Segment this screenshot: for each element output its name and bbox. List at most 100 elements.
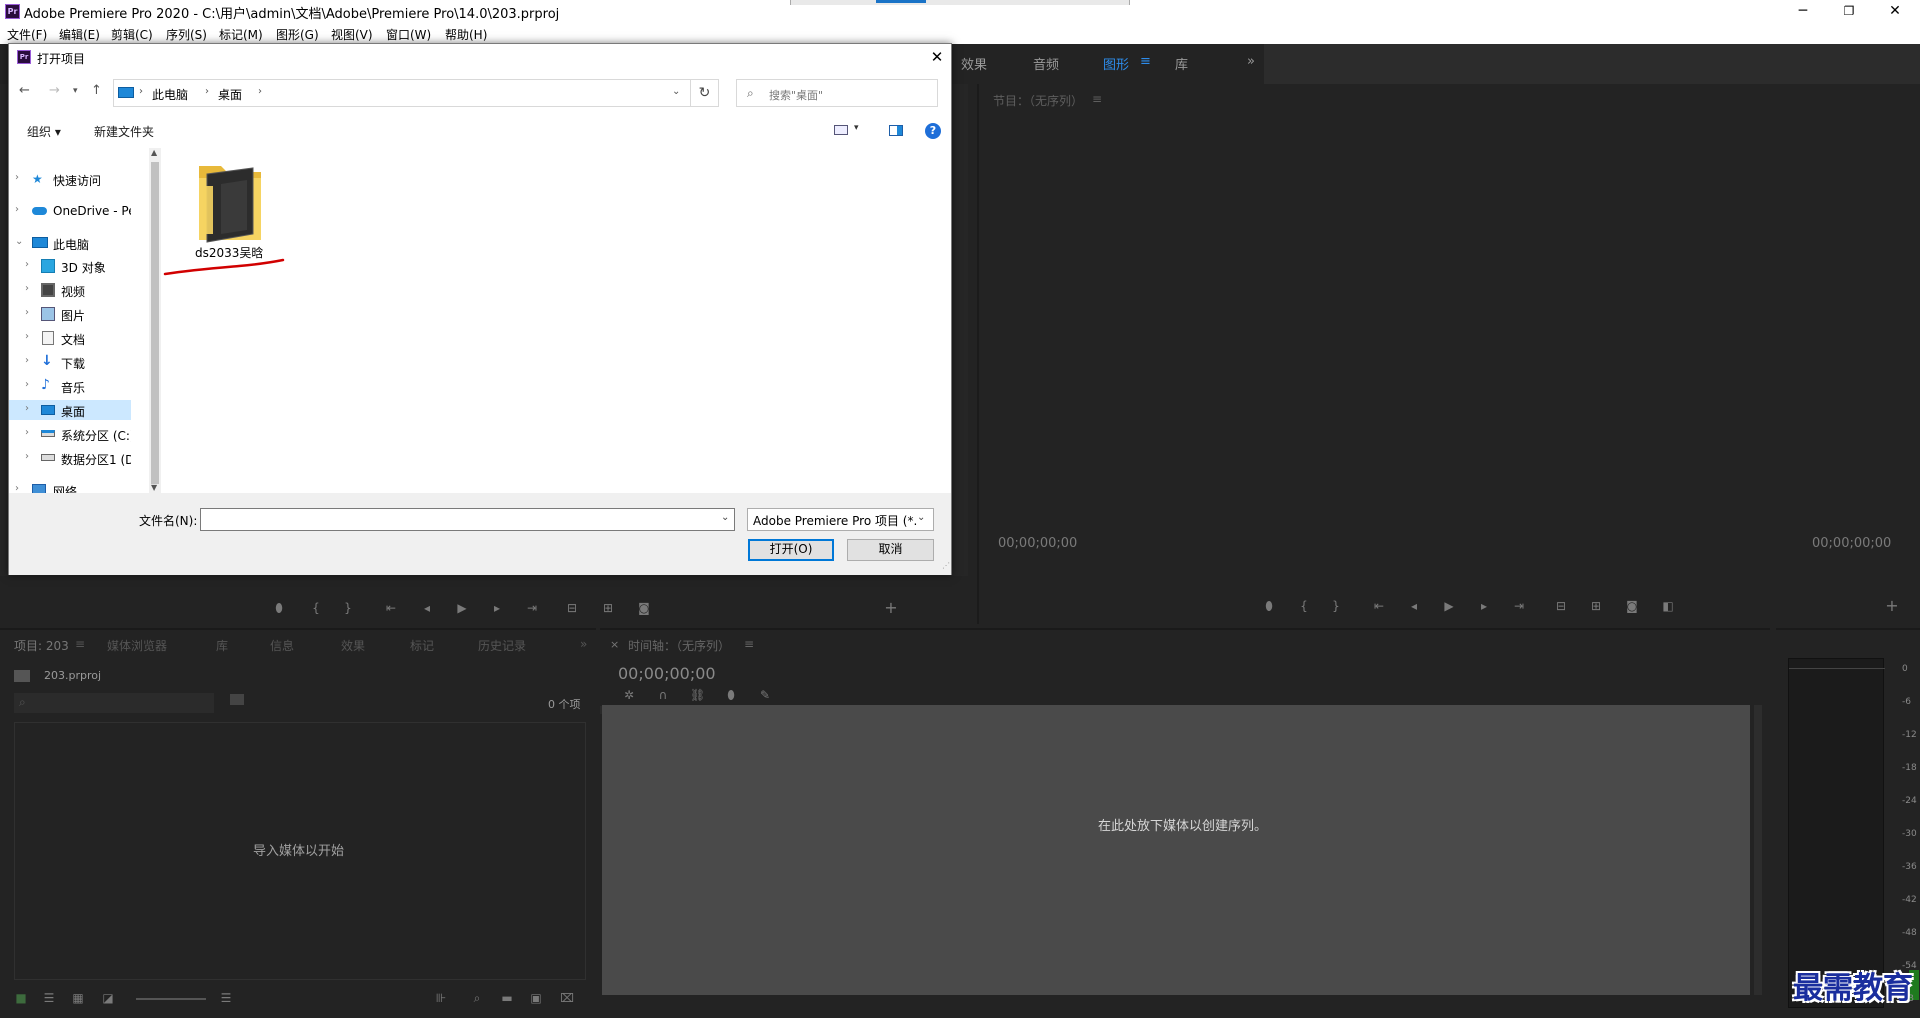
export-frame-icon[interactable]: ◙ — [637, 601, 651, 615]
address-segment-desktop[interactable]: 桌面 — [218, 86, 242, 103]
menu-graphics[interactable]: 图形(G) — [276, 26, 319, 43]
zoom-slider[interactable] — [136, 998, 206, 1000]
step-back-icon[interactable]: ◂ — [420, 601, 434, 615]
freeform-view-icon[interactable]: ◪ — [101, 991, 115, 1005]
expand-chevron-icon[interactable]: › — [25, 379, 29, 390]
lock-icon[interactable]: ■ — [14, 991, 28, 1005]
tree-item-quick-access[interactable]: › ★ 快速访问 — [9, 169, 131, 189]
linked-selection-icon[interactable]: ⛓ — [690, 688, 705, 702]
insert-icon[interactable]: ⊟ — [565, 601, 579, 615]
workspace-tab-graphics[interactable]: 图形 — [1103, 54, 1129, 73]
minimize-button[interactable]: ─ — [1780, 0, 1826, 24]
nest-icon[interactable]: ✲ — [622, 688, 636, 702]
program-menu-icon[interactable]: ≡ — [1092, 92, 1102, 106]
timeline-marker-icon[interactable]: ⬮ — [724, 688, 738, 702]
program-play-icon[interactable]: ▶ — [1442, 599, 1456, 613]
tab-media-browser[interactable]: 媒体浏览器 — [107, 637, 167, 654]
program-export-frame-icon[interactable]: ◙ — [1625, 599, 1639, 613]
new-folder-button[interactable]: 新建文件夹 — [94, 123, 154, 140]
wrench-icon[interactable]: ✎ — [758, 688, 772, 702]
program-timecode-current[interactable]: 00;00;00;00 — [998, 536, 1077, 551]
tree-item-this-pc[interactable]: ⌄ 此电脑 — [9, 233, 131, 253]
preview-pane-icon[interactable] — [889, 125, 903, 136]
menu-marker[interactable]: 标记(M) — [219, 26, 263, 43]
add-button-icon[interactable]: + — [884, 600, 898, 616]
snap-icon[interactable]: ∩ — [656, 688, 670, 702]
menu-window[interactable]: 窗口(W) — [386, 26, 431, 43]
mark-out-icon[interactable]: } — [341, 601, 355, 615]
workspace-tab-audio[interactable]: 音频 — [1033, 54, 1059, 73]
mark-in-icon[interactable]: { — [309, 601, 323, 615]
go-to-in-icon[interactable]: ⇤ — [384, 601, 398, 615]
workspace-tab-effects[interactable]: 效果 — [961, 54, 987, 73]
tab-info[interactable]: 信息 — [270, 637, 294, 654]
tree-item-drive-d[interactable]: › 数据分区1 (D:) — [9, 448, 131, 468]
project-search-input[interactable]: ⌕ — [14, 693, 214, 713]
automate-to-sequence-icon[interactable]: ⊪ — [434, 991, 448, 1005]
play-icon[interactable]: ▶ — [455, 601, 469, 615]
timeline-drop-area[interactable]: 在此处放下媒体以创建序列。 — [602, 705, 1750, 995]
find-icon[interactable]: ⌕ — [470, 991, 484, 1005]
project-media-area[interactable]: 导入媒体以开始 — [14, 722, 586, 980]
timeline-timecode[interactable]: 00;00;00;00 — [618, 664, 716, 683]
cancel-button[interactable]: 取消 — [847, 539, 934, 561]
new-bin-icon[interactable]: ▬ — [500, 991, 514, 1005]
filetype-select[interactable]: Adobe Premiere Pro 项目 (*. ⌄ — [747, 508, 934, 531]
expand-chevron-icon[interactable]: › — [25, 355, 29, 366]
filetype-dropdown-icon[interactable]: ⌄ — [917, 512, 925, 523]
scrollbar-thumb[interactable] — [151, 162, 159, 484]
overwrite-icon[interactable]: ⊞ — [601, 601, 615, 615]
workspace-menu-icon[interactable]: ≡ — [1140, 54, 1151, 69]
new-item-icon[interactable]: ▣ — [529, 991, 543, 1005]
tree-item-desktop[interactable]: › 桌面 — [9, 400, 131, 420]
tree-item-music[interactable]: › ♪ 音乐 — [9, 376, 131, 396]
tab-libraries[interactable]: 库 — [216, 637, 228, 654]
scroll-up-icon[interactable]: ▲ — [151, 148, 157, 157]
tree-item-onedrive[interactable]: › OneDrive - Personal — [9, 201, 131, 221]
tab-project-menu-icon[interactable]: ≡ — [75, 637, 85, 651]
filename-dropdown-icon[interactable]: ⌄ — [721, 512, 729, 523]
tabs-overflow-icon[interactable]: » — [580, 637, 587, 651]
menu-help[interactable]: 帮助(H) — [445, 26, 487, 43]
nav-pane-scrollbar[interactable]: ▲ ▼ — [149, 148, 161, 493]
lift-icon[interactable]: ⊟ — [1554, 599, 1568, 613]
organize-button[interactable]: 组织 ▾ — [27, 123, 61, 140]
program-mark-out-icon[interactable]: } — [1329, 599, 1343, 613]
menu-sequence[interactable]: 序列(S) — [166, 26, 207, 43]
tree-item-downloads[interactable]: › ↓ 下载 — [9, 352, 131, 372]
tab-markers[interactable]: 标记 — [410, 637, 434, 654]
workspace-tab-libraries[interactable]: 库 — [1175, 54, 1188, 73]
menu-edit[interactable]: 编辑(E) — [59, 26, 100, 43]
timeline-close-icon[interactable]: × — [610, 638, 619, 651]
view-options-icon[interactable] — [834, 125, 848, 135]
view-dropdown-icon[interactable]: ▾ — [854, 123, 859, 133]
workspace-overflow-icon[interactable]: » — [1247, 54, 1255, 69]
trash-icon[interactable]: ⌧ — [560, 991, 574, 1005]
menu-clip[interactable]: 剪辑(C) — [111, 26, 153, 43]
tree-item-pictures[interactable]: › 图片 — [9, 304, 131, 324]
step-forward-icon[interactable]: ▸ — [490, 601, 504, 615]
address-bar[interactable]: › 此电脑 › 桌面 › ⌄ — [113, 79, 691, 107]
go-to-out-icon[interactable]: ⇥ — [525, 601, 539, 615]
tab-history[interactable]: 历史记录 — [478, 637, 526, 654]
dialog-close-icon[interactable]: ✕ — [927, 48, 947, 66]
maximize-button[interactable]: ❐ — [1826, 0, 1872, 24]
program-mark-in-icon[interactable]: { — [1297, 599, 1311, 613]
extract-icon[interactable]: ⊞ — [1589, 599, 1603, 613]
up-arrow-icon[interactable]: ↑ — [91, 83, 102, 98]
new-search-bin-icon[interactable] — [230, 694, 244, 705]
address-segment-this-pc[interactable]: 此电脑 — [152, 86, 188, 103]
expand-chevron-icon[interactable]: › — [15, 172, 19, 183]
program-step-back-icon[interactable]: ◂ — [1407, 599, 1421, 613]
expand-chevron-icon[interactable]: › — [25, 283, 29, 294]
forward-arrow-icon[interactable]: → — [49, 83, 60, 98]
help-icon[interactable]: ? — [925, 123, 941, 139]
back-arrow-icon[interactable]: ← — [19, 83, 30, 98]
tab-project[interactable]: 项目: 203 — [14, 637, 69, 654]
recent-locations-icon[interactable]: ▾ — [73, 86, 78, 96]
open-button[interactable]: 打开(O) — [748, 539, 834, 561]
program-go-to-in-icon[interactable]: ⇤ — [1372, 599, 1386, 613]
collapse-chevron-icon[interactable]: ⌄ — [15, 236, 23, 247]
refresh-icon[interactable]: ↻ — [691, 79, 719, 107]
tree-item-documents[interactable]: › 文档 — [9, 328, 131, 348]
